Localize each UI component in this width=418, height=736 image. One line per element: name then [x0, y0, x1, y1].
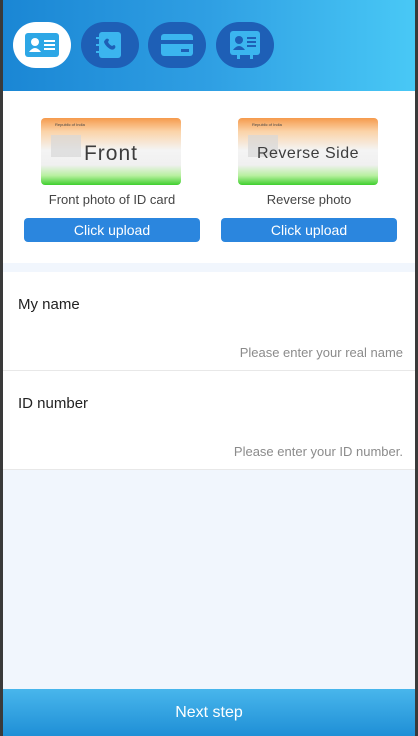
id-card-icon [25, 33, 59, 57]
next-step-button[interactable]: Next step [3, 689, 415, 736]
front-upload-button[interactable]: Click upload [24, 218, 200, 242]
app-frame: Republic of India Front Front photo of I… [0, 0, 418, 736]
step-header [0, 0, 418, 91]
front-card-sample-image[interactable]: Republic of India Front [41, 118, 181, 185]
card-header: Republic of India [55, 122, 85, 127]
front-caption: Front photo of ID card [48, 192, 176, 207]
front-card-text: Front [83, 142, 138, 165]
name-field: My name [3, 272, 415, 371]
contact-phone-icon [96, 32, 121, 58]
identity-form: My name ID number [3, 272, 415, 470]
step-profile[interactable] [216, 22, 274, 68]
profile-info-icon [230, 31, 260, 59]
back-upload-button[interactable]: Click upload [221, 218, 397, 242]
step-bank-card[interactable] [148, 22, 206, 68]
name-input[interactable] [103, 345, 403, 360]
id-number-input[interactable] [103, 444, 403, 459]
name-label: My name [18, 296, 80, 313]
id-upload-panel: Republic of India Front Front photo of I… [3, 91, 415, 263]
back-caption: Reverse photo [266, 192, 352, 207]
id-number-field: ID number [3, 371, 415, 470]
card-header: Republic of India [252, 122, 282, 127]
step-identity[interactable] [13, 22, 71, 68]
bank-card-icon [161, 34, 193, 56]
id-number-label: ID number [18, 395, 89, 412]
back-card-text: Reverse Side [256, 145, 360, 162]
step-contacts[interactable] [81, 22, 139, 68]
back-card-sample-image[interactable]: Republic of India Reverse Side [238, 118, 378, 185]
